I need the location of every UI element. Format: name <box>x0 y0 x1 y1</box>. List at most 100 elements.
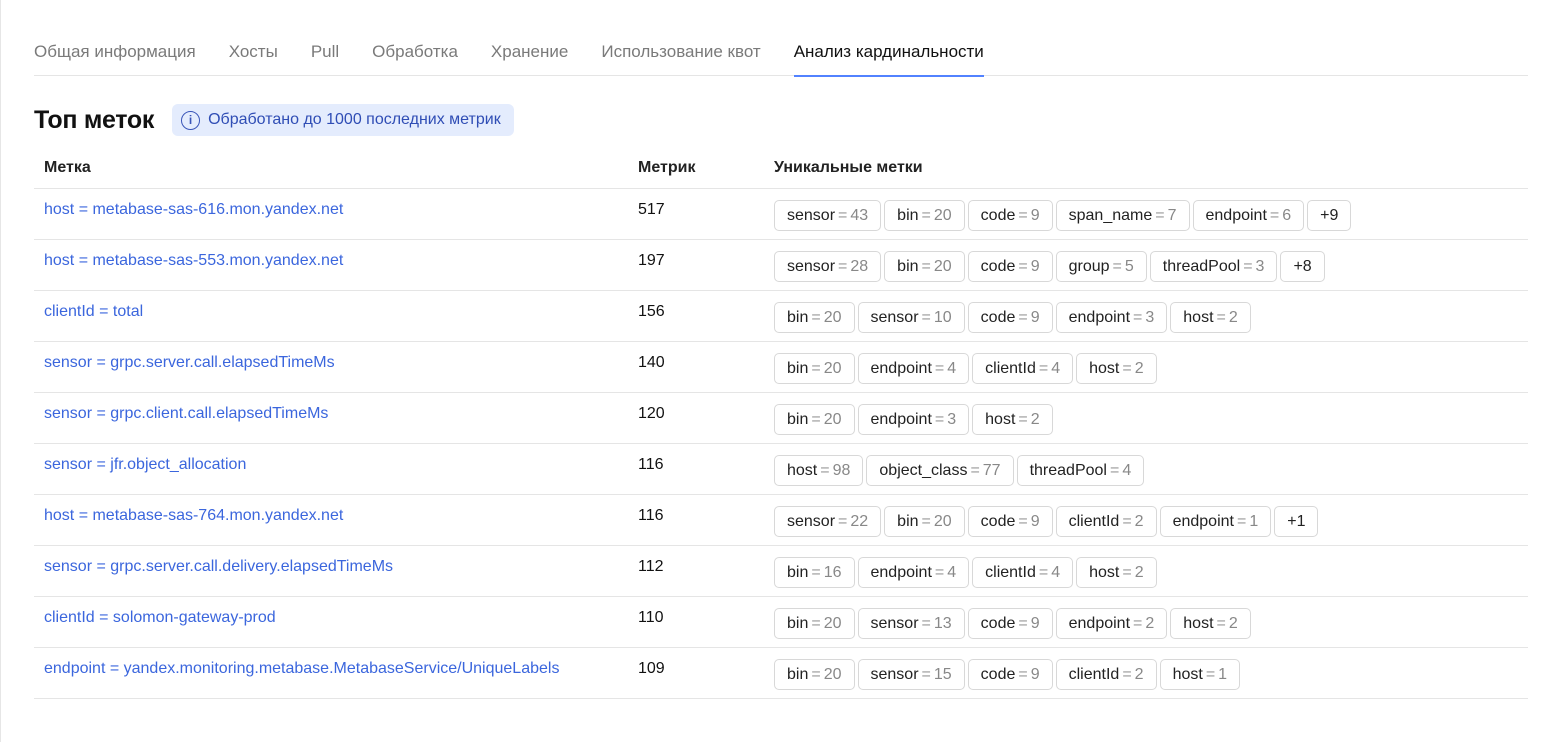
tab-processing[interactable]: Обработка <box>372 0 458 76</box>
label-chip[interactable]: host = 2 <box>972 404 1053 435</box>
label-chip[interactable]: bin = 20 <box>774 404 855 435</box>
label-chip[interactable]: bin = 16 <box>774 557 855 588</box>
chip-key: bin <box>787 308 809 326</box>
label-chip[interactable]: endpoint = 1 <box>1159 506 1272 537</box>
chip-equals: = <box>934 563 945 581</box>
label-chip[interactable]: clientId = 2 <box>1055 659 1157 690</box>
label-link[interactable]: sensor = grpc.server.call.elapsedTimeMs <box>34 342 638 392</box>
chip-equals: = <box>921 206 931 224</box>
label-chip[interactable]: endpoint = 3 <box>857 404 970 435</box>
label-chip[interactable]: bin = 20 <box>774 353 855 384</box>
label-chip[interactable]: sensor = 10 <box>857 302 965 333</box>
label-chip[interactable]: code = 9 <box>967 200 1053 231</box>
label-chip[interactable]: bin = 20 <box>774 659 855 690</box>
more-labels-button[interactable]: +1 <box>1274 506 1319 537</box>
label-link[interactable]: sensor = grpc.client.call.elapsedTimeMs <box>34 393 638 443</box>
chip-value: 2 <box>1134 359 1144 377</box>
tab-general[interactable]: Общая информация <box>34 0 196 76</box>
label-chip[interactable]: bin = 20 <box>774 302 855 333</box>
chip-equals: = <box>838 512 848 530</box>
chip-key: bin <box>897 512 919 530</box>
label-chip[interactable]: bin = 20 <box>884 506 965 537</box>
table-row: endpoint = yandex.monitoring.metabase.Me… <box>34 648 1528 699</box>
label-chip[interactable]: threadPool = 4 <box>1016 455 1145 486</box>
label-chip[interactable]: host = 1 <box>1159 659 1241 690</box>
label-chip[interactable]: host = 98 <box>774 455 864 486</box>
chip-value: 98 <box>832 461 851 479</box>
label-chip[interactable]: endpoint = 4 <box>857 557 970 588</box>
tab-bar: Общая информация Хосты Pull Обработка Хр… <box>34 0 1528 77</box>
label-chip[interactable]: endpoint = 4 <box>857 353 970 384</box>
chip-key: bin <box>787 665 809 683</box>
chip-equals: = <box>1018 257 1028 275</box>
label-link[interactable]: host = metabase-sas-764.mon.yandex.net <box>34 495 638 545</box>
chip-value: 2 <box>1134 563 1144 581</box>
label-link[interactable]: endpoint = yandex.monitoring.metabase.Me… <box>34 648 638 698</box>
tab-hosts[interactable]: Хосты <box>229 0 278 76</box>
chip-key: clientId <box>985 563 1036 581</box>
label-chip[interactable]: span_name = 7 <box>1055 200 1190 231</box>
label-chip[interactable]: endpoint = 2 <box>1055 608 1168 639</box>
chip-equals: = <box>1018 614 1028 632</box>
label-link[interactable]: host = metabase-sas-553.mon.yandex.net <box>34 240 638 290</box>
label-chip[interactable]: host = 2 <box>1170 608 1251 639</box>
label-chip[interactable]: endpoint = 3 <box>1055 302 1168 333</box>
chip-key: code <box>980 257 1016 275</box>
tab-pull[interactable]: Pull <box>311 0 339 76</box>
label-chip[interactable]: bin = 20 <box>774 608 855 639</box>
tab-cardinality-analysis[interactable]: Анализ кардинальности <box>793 0 984 77</box>
label-chip[interactable]: endpoint = 6 <box>1192 200 1305 231</box>
table-row: host = metabase-sas-616.mon.yandex.net 51… <box>34 189 1528 240</box>
chip-value: 2 <box>1145 614 1155 632</box>
tab-storage[interactable]: Хранение <box>491 0 568 76</box>
label-chip[interactable]: sensor = 13 <box>857 608 965 639</box>
tab-quota-usage[interactable]: Использование квот <box>601 0 760 76</box>
table-row: sensor = jfr.object_allocation 116 host = 98… <box>34 444 1528 495</box>
label-chip[interactable]: clientId = 2 <box>1055 506 1157 537</box>
chip-key: code <box>980 614 1016 632</box>
label-link[interactable]: clientId = solomon-gateway-prod <box>34 597 638 647</box>
unique-labels-cell: bin = 20 sensor = 10 code = 9 endpoint = 3 host = 2 <box>774 291 1528 341</box>
label-chip[interactable]: clientId = 4 <box>972 353 1074 384</box>
chip-key: object_class <box>879 461 968 479</box>
label-chip[interactable]: threadPool = 3 <box>1149 251 1278 282</box>
metric-count: 116 <box>638 456 664 473</box>
label-chip[interactable]: sensor = 28 <box>774 251 882 282</box>
chip-key: group <box>1068 257 1110 275</box>
label-chip[interactable]: clientId = 4 <box>972 557 1074 588</box>
label-chip[interactable]: object_class = 77 <box>866 455 1014 486</box>
chip-equals: = <box>921 257 931 275</box>
label-link[interactable]: host = metabase-sas-616.mon.yandex.net <box>34 189 638 239</box>
label-chip[interactable]: host = 2 <box>1170 302 1251 333</box>
label-chip[interactable]: host = 2 <box>1076 353 1157 384</box>
chip-value: 4 <box>1122 461 1132 479</box>
label-chip[interactable]: group = 5 <box>1055 251 1147 282</box>
chip-equals: = <box>1018 665 1028 683</box>
label-chip[interactable]: sensor = 43 <box>774 200 882 231</box>
label-chip[interactable]: host = 2 <box>1076 557 1157 588</box>
label-chip[interactable]: code = 9 <box>967 302 1053 333</box>
chip-key: host <box>1089 359 1120 377</box>
label-chip[interactable]: sensor = 22 <box>774 506 882 537</box>
label-chip[interactable]: code = 9 <box>967 251 1053 282</box>
label-chip[interactable]: code = 9 <box>967 506 1053 537</box>
chip-value: 20 <box>823 614 842 632</box>
more-labels-button[interactable]: +9 <box>1307 200 1352 231</box>
more-labels-button[interactable]: +8 <box>1280 251 1325 282</box>
chip-value: 5 <box>1124 257 1134 275</box>
chip-value: 16 <box>823 563 842 581</box>
label-chip[interactable]: code = 9 <box>967 608 1053 639</box>
unique-labels-cell: sensor = 43 bin = 20 code = 9 span_name = 7 endpoint… <box>774 189 1528 239</box>
label-link[interactable]: clientId = total <box>34 291 638 341</box>
label-chip[interactable]: bin = 20 <box>884 200 965 231</box>
chip-key: sensor <box>870 665 919 683</box>
label-link[interactable]: sensor = grpc.server.call.delivery.elaps… <box>34 546 638 596</box>
chip-equals: = <box>1236 512 1247 530</box>
chip-key: clientId <box>1068 512 1120 530</box>
metric-count: 110 <box>638 609 664 626</box>
label-link[interactable]: sensor = jfr.object_allocation <box>34 444 638 494</box>
label-chip[interactable]: code = 9 <box>967 659 1053 690</box>
label-chip[interactable]: sensor = 15 <box>857 659 965 690</box>
chip-key: bin <box>897 206 919 224</box>
label-chip[interactable]: bin = 20 <box>884 251 965 282</box>
